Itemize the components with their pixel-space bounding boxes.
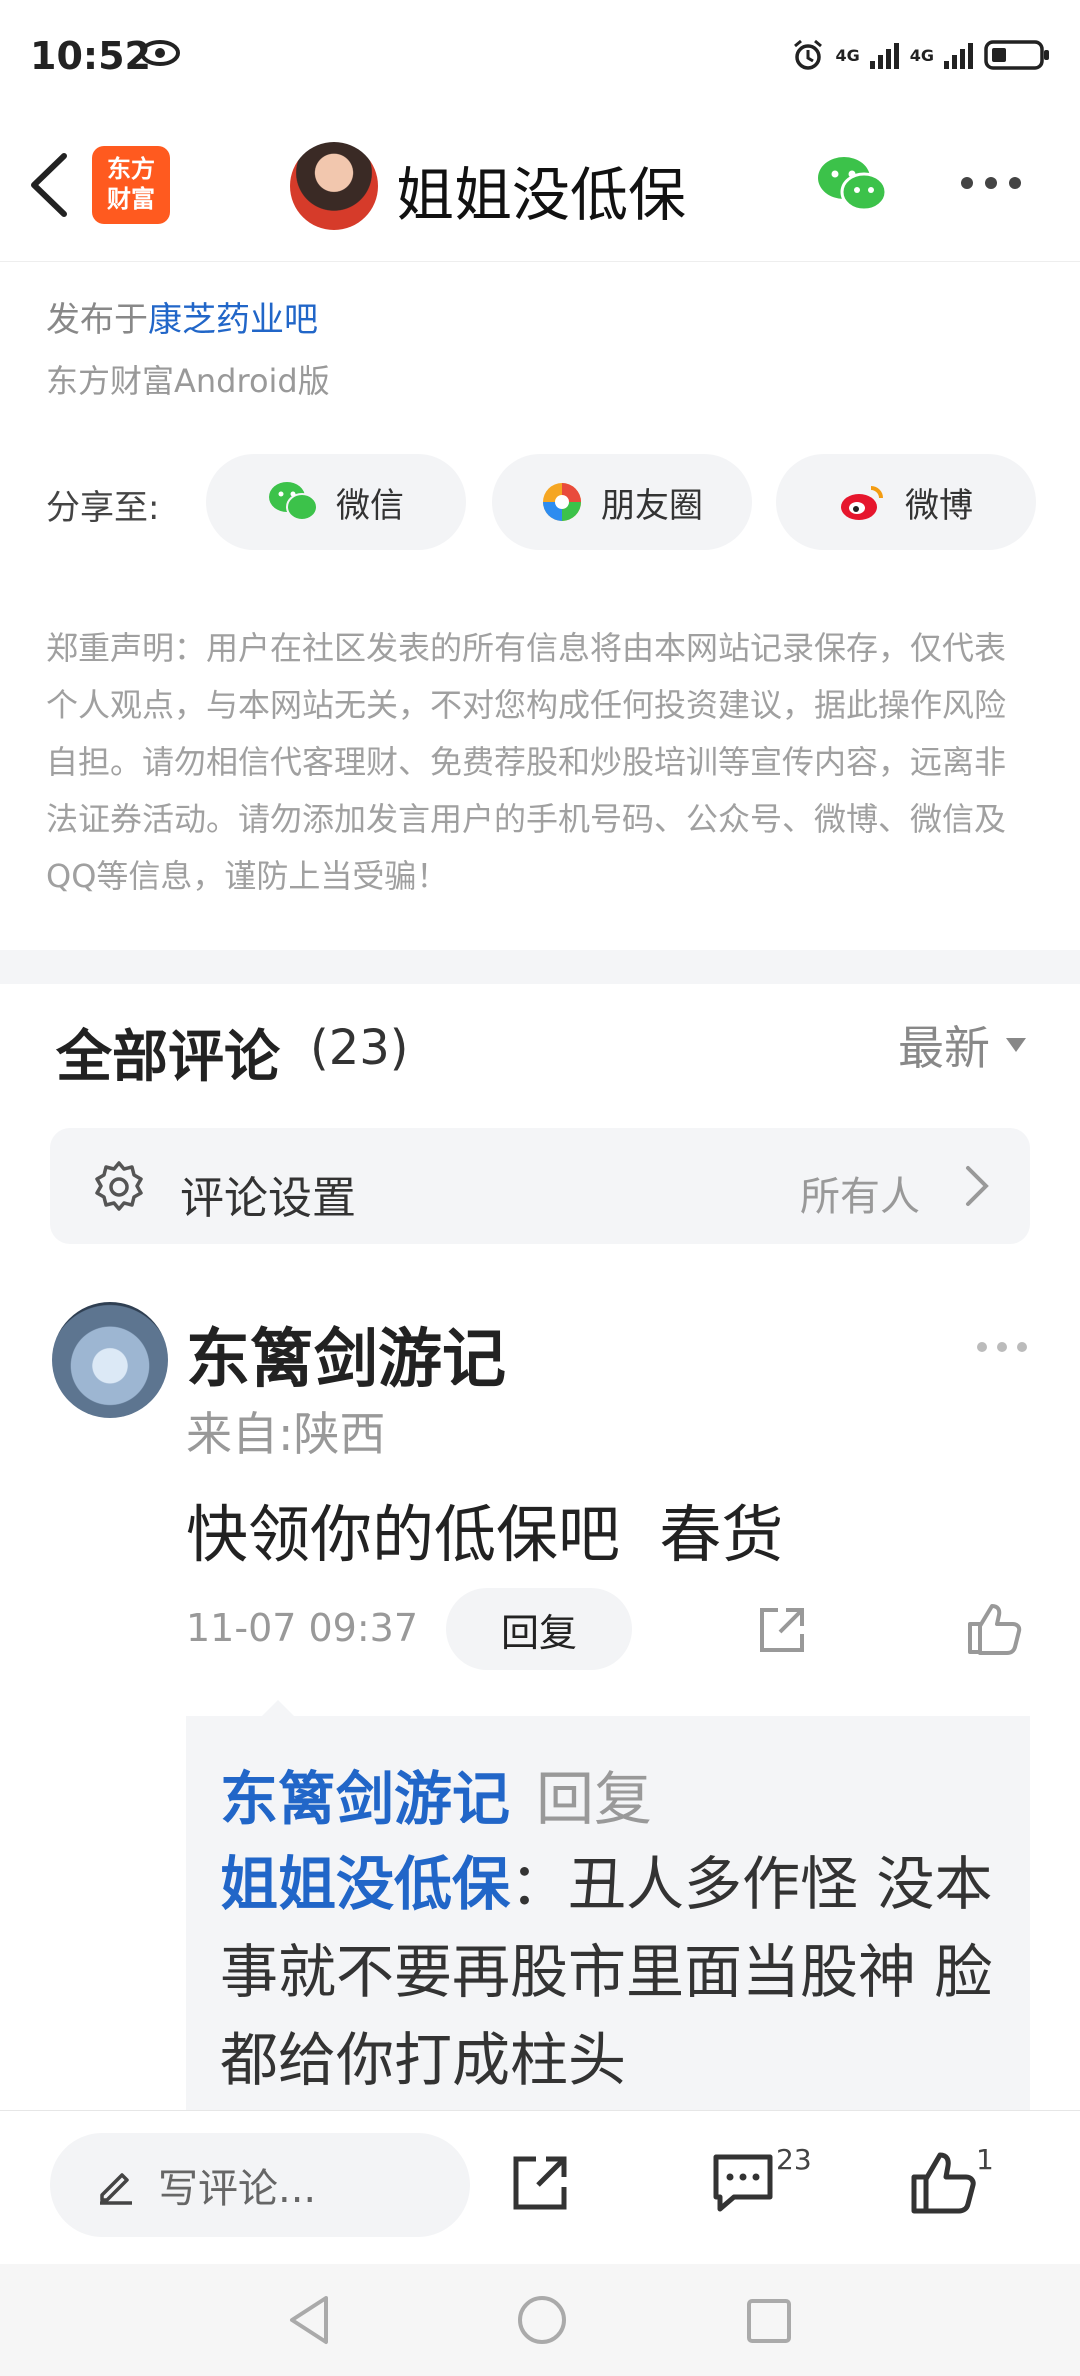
wechat-icon[interactable] xyxy=(816,154,888,220)
reply-thread[interactable]: 东篱剑游记 回复 姐姐没低保：丑人多作怪 没本事就不要再股市里面当股神 脸都给你打… xyxy=(186,1700,1030,2116)
comments-count: (23) xyxy=(310,1020,409,1076)
gear-icon xyxy=(90,1158,148,1220)
reply-header: 东篱剑游记 回复 xyxy=(220,1752,652,1836)
app-logo-line1: 东方 xyxy=(107,155,155,183)
status-bar: 10:52 4G 4G xyxy=(0,0,1080,120)
wechat-share-icon xyxy=(269,482,318,521)
alarm-icon xyxy=(794,39,823,70)
commenter-avatar[interactable] xyxy=(52,1302,168,1418)
share-moments-label: 朋友圈 xyxy=(601,485,703,526)
author-avatar[interactable] xyxy=(290,142,378,230)
signal-icon-2 xyxy=(944,43,973,69)
disclaimer-text: 郑重声明：用户在社区发表的所有信息将由本网站记录保存，仅代表个人观点，与本网站无… xyxy=(46,629,1007,895)
share-moments-button[interactable]: 朋友圈 xyxy=(492,454,752,550)
comments-icon[interactable] xyxy=(710,2151,776,2219)
app-logo[interactable]: 东方 财富 xyxy=(92,146,170,224)
comment-settings-label: 评论设置 xyxy=(180,1173,356,1224)
write-comment-placeholder: 写评论... xyxy=(158,2166,317,2212)
thumbs-up-icon[interactable] xyxy=(966,1600,1022,1660)
comment-settings-row[interactable]: 评论设置 所有人 xyxy=(50,1128,1030,1244)
share-icon[interactable] xyxy=(756,1604,808,1660)
share-wechat-label: 微信 xyxy=(336,485,404,526)
battery-icon xyxy=(984,40,1049,70)
chevron-right-icon xyxy=(964,1164,990,1212)
pencil-icon xyxy=(100,2173,132,2205)
share-post-icon[interactable] xyxy=(508,2151,572,2219)
system-nav-bar xyxy=(0,2264,1080,2376)
nav-home-icon[interactable] xyxy=(516,2294,568,2350)
commenter-location: 来自:陕西 xyxy=(186,1407,386,1461)
like-count-badge: 1 xyxy=(976,2143,994,2176)
comment-count-badge: 23 xyxy=(776,2143,812,2176)
eye-icon xyxy=(140,40,180,70)
comment-more-icon[interactable] xyxy=(976,1338,1028,1357)
share-label: 分享至: xyxy=(46,488,160,528)
network-label-2: 4G xyxy=(909,45,934,65)
comments-title: 全部评论 xyxy=(56,1025,280,1090)
reply-body: 姐姐没低保：丑人多作怪 没本事就不要再股市里面当股神 脸都给你打成柱头 xyxy=(220,1840,1010,2104)
comment-time: 11-07 09:37 xyxy=(186,1606,419,1650)
share-wechat-button[interactable]: 微信 xyxy=(206,454,466,550)
weibo-icon xyxy=(841,486,883,520)
back-arrow-icon[interactable] xyxy=(26,150,72,224)
app-logo-line2: 财富 xyxy=(107,185,155,213)
share-weibo-button[interactable]: 微博 xyxy=(776,454,1036,550)
section-divider xyxy=(0,950,1080,984)
reply-user[interactable]: 东篱剑游记 xyxy=(220,1765,510,1833)
write-comment-input[interactable]: 写评论... xyxy=(50,2133,470,2237)
reply-word: 回复 xyxy=(536,1765,653,1833)
status-icons: 4G 4G xyxy=(791,38,1050,72)
moments-icon xyxy=(543,483,581,521)
author-name[interactable]: 姐姐没低保 xyxy=(396,148,686,232)
top-nav: 东方 财富 姐姐没低保 xyxy=(0,120,1080,262)
sort-dropdown[interactable]: 最新 xyxy=(898,1012,1028,1078)
comment-text: 快领你的低保吧 春货 xyxy=(186,1498,784,1571)
nav-back-icon[interactable] xyxy=(286,2294,332,2350)
share-weibo-label: 微博 xyxy=(905,485,973,526)
like-post-icon[interactable] xyxy=(910,2149,976,2219)
bottom-action-bar: 写评论... 23 1 xyxy=(0,2110,1080,2264)
commenter-name[interactable]: 东篱剑游记 xyxy=(186,1308,506,1400)
signal-icon xyxy=(869,43,899,69)
reply-button[interactable]: 回复 xyxy=(446,1588,632,1670)
network-label-1: 4G xyxy=(835,45,860,65)
comment-settings-value: 所有人 xyxy=(800,1174,920,1220)
post-origin-prefix: 发布于 xyxy=(46,300,148,340)
forum-link[interactable]: 康芝药业吧 xyxy=(148,300,318,340)
status-time: 10:52 xyxy=(30,34,151,78)
post-platform: 东方财富Android版 xyxy=(46,362,330,400)
more-options-icon[interactable] xyxy=(960,175,1022,194)
reply-target-user[interactable]: 姐姐没低保 xyxy=(220,1850,510,1918)
sort-label: 最新 xyxy=(898,1021,990,1075)
nav-recents-icon[interactable] xyxy=(746,2298,792,2348)
post-origin: 发布于康芝药业吧 xyxy=(46,292,318,341)
triangle-down-icon xyxy=(1006,1038,1026,1052)
